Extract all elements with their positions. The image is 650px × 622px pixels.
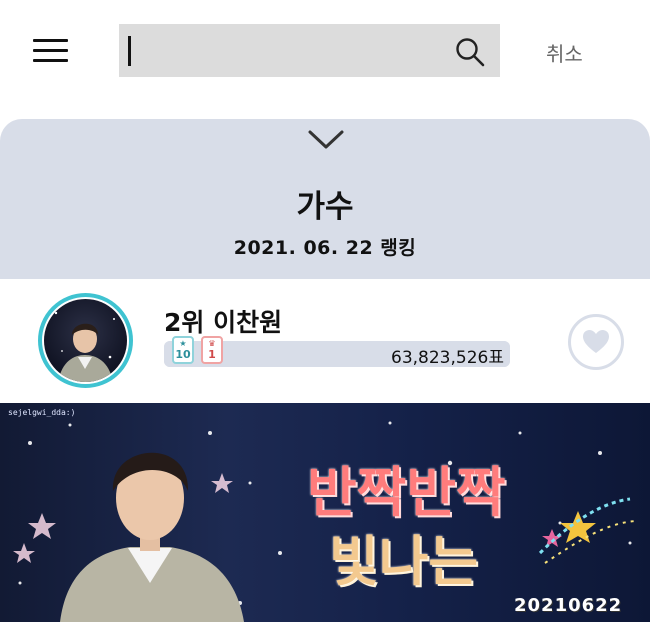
search-icon[interactable]: [454, 36, 486, 68]
crown-icon: ♛: [208, 339, 216, 348]
banner-headline-2: 빛나는: [329, 530, 479, 593]
top-bar: 취소: [0, 0, 650, 104]
banner-handle: sejelgwi_dda:): [8, 408, 76, 417]
cancel-button[interactable]: 취소: [546, 38, 583, 67]
cheer-icon: ★: [179, 339, 187, 348]
favorite-button[interactable]: [568, 314, 624, 370]
chevron-down-icon[interactable]: [306, 128, 346, 152]
ranking-date: 2021. 06. 22 랭킹: [233, 237, 417, 259]
badge-crown-count: 1: [208, 348, 216, 361]
category-title: 가수: [296, 189, 354, 225]
avatar-image: [54, 311, 115, 382]
search-bar[interactable]: [119, 24, 500, 77]
promo-banner[interactable]: sejelgwi_dda:) 반짝반짝 빛나는 20210622: [0, 403, 650, 622]
hamburger-menu-icon[interactable]: [33, 39, 69, 63]
badge-crown: ♛ 1: [201, 336, 223, 364]
text-caret: [128, 36, 131, 66]
rank-and-name: 2위 이찬원: [164, 308, 283, 337]
search-input[interactable]: [119, 24, 439, 77]
heart-icon: [583, 330, 609, 353]
vote-count: 63,823,526표: [391, 348, 504, 368]
badge-cheer: ★ 10: [172, 336, 194, 364]
banner-headline-1: 반짝반짝: [307, 461, 506, 524]
banner-date: 20210622: [514, 595, 623, 616]
badge-cheer-count: 10: [175, 348, 191, 361]
avatar[interactable]: [44, 299, 127, 382]
